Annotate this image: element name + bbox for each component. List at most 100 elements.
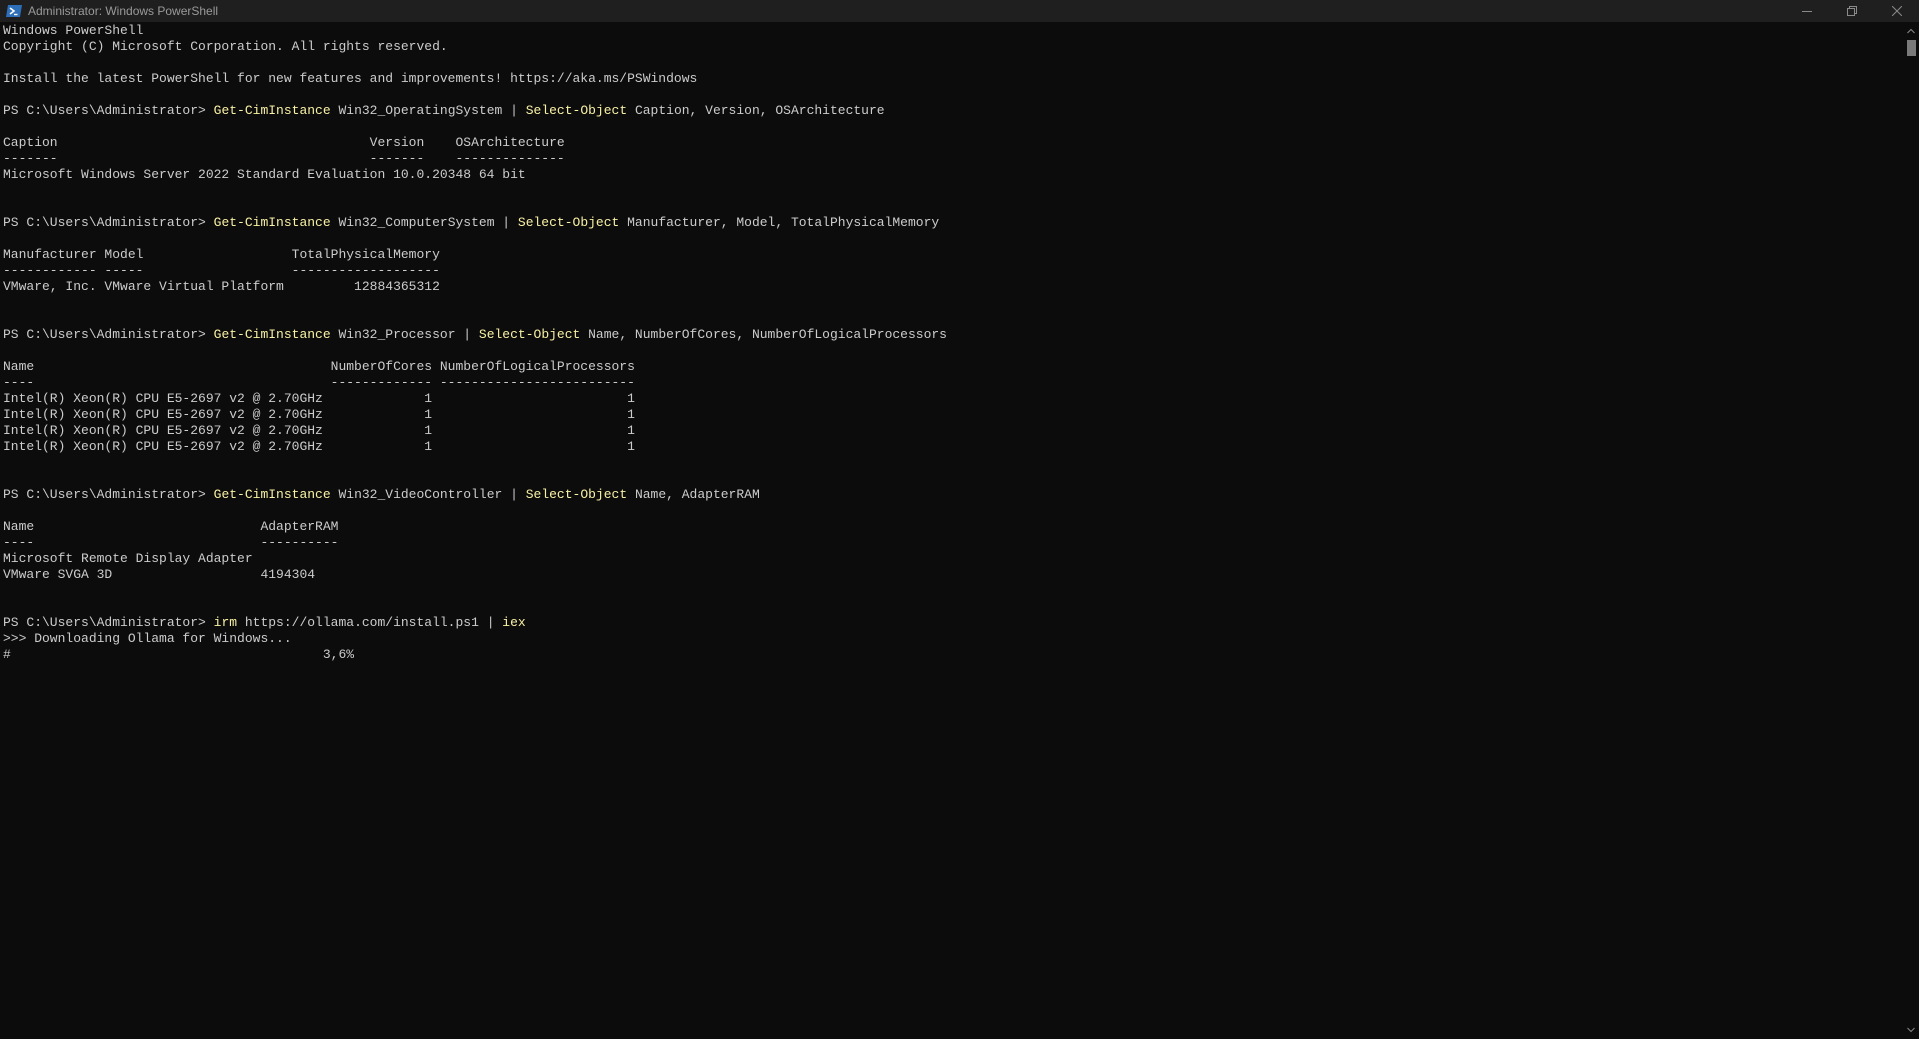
powershell-window: Administrator: Windows PowerShell Window… <box>0 0 1919 1039</box>
command-keyword: Get-CimInstance <box>213 215 331 230</box>
console-text: VMware, Inc. VMware Virtual Platform 128… <box>3 279 440 294</box>
command-keyword: Get-CimInstance <box>213 103 331 118</box>
console-text: PS C:\Users\Administrator> <box>3 615 214 630</box>
command-keyword: Select-Object <box>478 327 581 342</box>
console-line: Name NumberOfCores NumberOfLogicalProces… <box>3 359 1903 375</box>
command-keyword: Select-Object <box>525 487 628 502</box>
console-text: PS C:\Users\Administrator> <box>3 487 214 502</box>
console-text: # 3,6% <box>3 647 355 662</box>
restore-icon <box>1847 6 1857 16</box>
restore-button[interactable] <box>1829 0 1875 22</box>
console-text: ---- ---------- <box>3 535 339 550</box>
console-line: Windows PowerShell <box>3 23 1903 39</box>
command-keyword: irm <box>213 615 238 630</box>
console-text: Manufacturer Model TotalPhysicalMemory <box>3 247 440 262</box>
console-text: Caption Version OSArchitecture <box>3 135 565 150</box>
console-text: Caption, Version, OSArchitecture <box>627 103 885 118</box>
console-text: Win32_VideoController | <box>330 487 526 502</box>
console-text: PS C:\Users\Administrator> <box>3 215 214 230</box>
command-keyword: iex <box>502 615 526 630</box>
console-text: Microsoft Remote Display Adapter <box>3 551 253 566</box>
console-text: Win32_OperatingSystem | <box>330 103 526 118</box>
console-output[interactable]: Windows PowerShell Copyright (C) Microsof… <box>3 23 1903 1039</box>
chevron-down-icon <box>1907 1027 1915 1033</box>
console-text: https://ollama.com/install.ps1 | <box>237 615 503 630</box>
console-text: Manufacturer, Model, TotalPhysicalMemory <box>619 215 940 230</box>
console-text: Intel(R) Xeon(R) CPU E5-2697 v2 @ 2.70GH… <box>3 407 635 422</box>
console-line: Intel(R) Xeon(R) CPU E5-2697 v2 @ 2.70GH… <box>3 407 1903 423</box>
minimize-icon <box>1802 11 1812 12</box>
console-text: Microsoft Windows Server 2022 Standard E… <box>3 167 526 182</box>
console-line: Microsoft Windows Server 2022 Standard E… <box>3 167 1903 183</box>
console-text: Win32_Processor | <box>330 327 479 342</box>
console-line: >>> Downloading Ollama for Windows... <box>3 631 1903 647</box>
console-line: # 3,6% <box>3 647 1903 663</box>
scroll-down-button[interactable] <box>1903 1023 1919 1037</box>
console-text: Name AdapterRAM <box>3 519 339 534</box>
console-line: Microsoft Remote Display Adapter <box>3 551 1903 567</box>
console-text: ------------ ----- ------------------- <box>3 263 440 278</box>
command-keyword: Get-CimInstance <box>213 327 331 342</box>
title-bar[interactable]: Administrator: Windows PowerShell <box>0 0 1919 22</box>
console-text: Intel(R) Xeon(R) CPU E5-2697 v2 @ 2.70GH… <box>3 391 635 406</box>
powershell-icon <box>6 4 22 18</box>
console-line: Intel(R) Xeon(R) CPU E5-2697 v2 @ 2.70GH… <box>3 391 1903 407</box>
console-text: PS C:\Users\Administrator> <box>3 103 214 118</box>
scroll-up-button[interactable] <box>1903 24 1919 38</box>
console-line: PS C:\Users\Administrator> Get-CimInstan… <box>3 487 1903 503</box>
console-text: ---- ------------- ---------------------… <box>3 375 635 390</box>
console-text: Intel(R) Xeon(R) CPU E5-2697 v2 @ 2.70GH… <box>3 439 635 454</box>
console-line: PS C:\Users\Administrator> Get-CimInstan… <box>3 103 1903 119</box>
console-line: PS C:\Users\Administrator> Get-CimInstan… <box>3 327 1903 343</box>
close-icon <box>1892 6 1902 16</box>
console-line: PS C:\Users\Administrator> Get-CimInstan… <box>3 215 1903 231</box>
console-text: Copyright (C) Microsoft Corporation. All… <box>3 39 448 54</box>
console-line: ------- ------- -------------- <box>3 151 1903 167</box>
console-text: Name, NumberOfCores, NumberOfLogicalProc… <box>580 327 947 342</box>
close-button[interactable] <box>1874 0 1919 22</box>
console-text: Intel(R) Xeon(R) CPU E5-2697 v2 @ 2.70GH… <box>3 423 635 438</box>
console-line: PS C:\Users\Administrator> irm https://o… <box>3 615 1903 631</box>
console-line: Intel(R) Xeon(R) CPU E5-2697 v2 @ 2.70GH… <box>3 423 1903 439</box>
console-text: Windows PowerShell <box>3 23 144 38</box>
console-text: PS C:\Users\Administrator> <box>3 327 214 342</box>
vertical-scrollbar[interactable] <box>1903 22 1919 1039</box>
console-line: ---- ------------- ---------------------… <box>3 375 1903 391</box>
command-keyword: Select-Object <box>517 215 620 230</box>
console-line: VMware, Inc. VMware Virtual Platform 128… <box>3 279 1903 295</box>
console-line: Copyright (C) Microsoft Corporation. All… <box>3 39 1903 55</box>
chevron-up-icon <box>1907 28 1915 34</box>
console-line: Intel(R) Xeon(R) CPU E5-2697 v2 @ 2.70GH… <box>3 439 1903 455</box>
console-line: ------------ ----- ------------------- <box>3 263 1903 279</box>
minimize-button[interactable] <box>1784 0 1830 22</box>
console-line: Name AdapterRAM <box>3 519 1903 535</box>
console-line: VMware SVGA 3D 4194304 <box>3 567 1903 583</box>
console-text: ------- ------- -------------- <box>3 151 565 166</box>
console-line: ---- ---------- <box>3 535 1903 551</box>
console-text: Install the latest PowerShell for new fe… <box>3 71 698 86</box>
console-line: Install the latest PowerShell for new fe… <box>3 71 1903 87</box>
console-text: Name, AdapterRAM <box>627 487 760 502</box>
console-line: Caption Version OSArchitecture <box>3 135 1903 151</box>
console-text: VMware SVGA 3D 4194304 <box>3 567 316 582</box>
console-text: Win32_ComputerSystem | <box>330 215 518 230</box>
window-title: Administrator: Windows PowerShell <box>28 4 219 18</box>
console-line: Manufacturer Model TotalPhysicalMemory <box>3 247 1903 263</box>
console-text: Name NumberOfCores NumberOfLogicalProces… <box>3 359 635 374</box>
console-text: >>> Downloading Ollama for Windows... <box>3 631 292 646</box>
scrollbar-thumb[interactable] <box>1907 40 1916 56</box>
